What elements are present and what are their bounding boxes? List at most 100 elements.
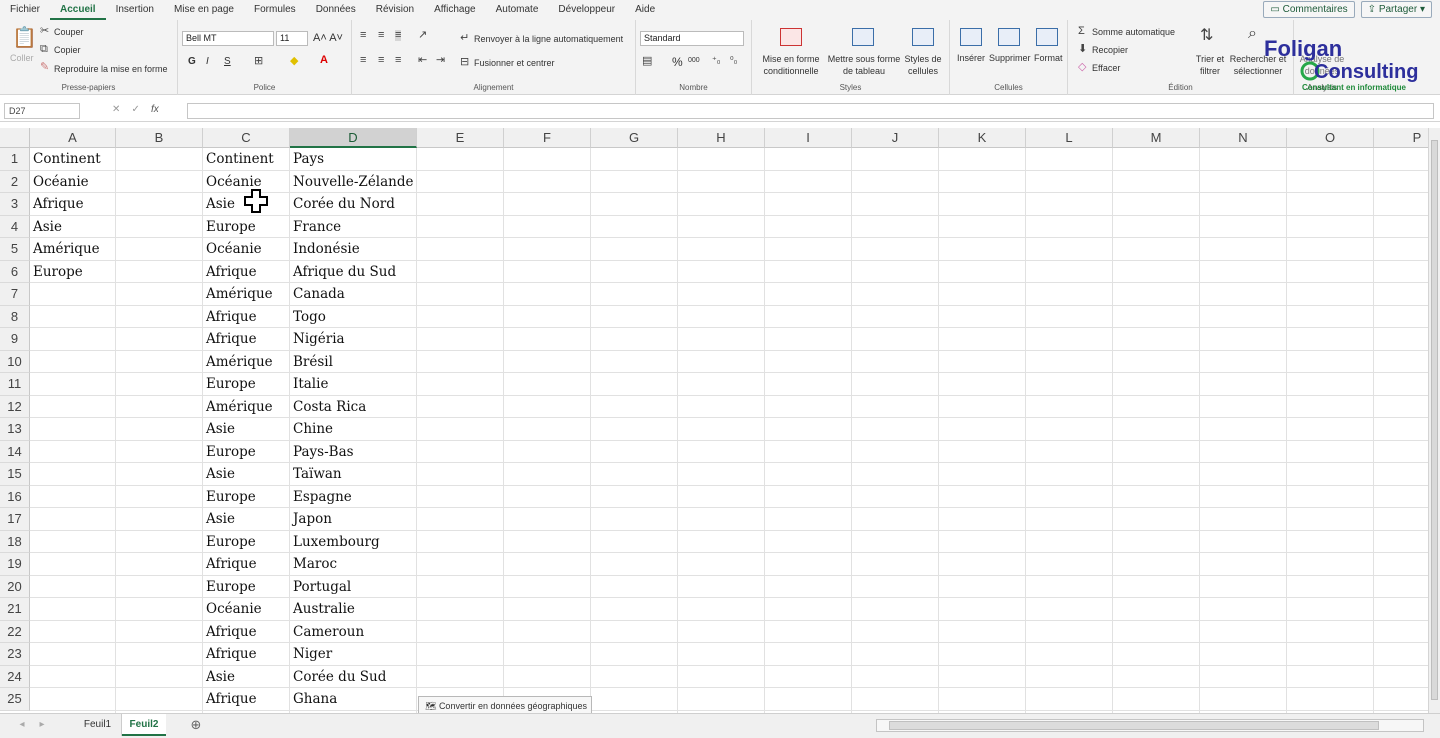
cell-c6[interactable]: Afrique xyxy=(203,261,290,283)
column-header-n[interactable]: N xyxy=(1200,128,1287,148)
tab-aide[interactable]: Aide xyxy=(625,0,665,20)
cell-d8[interactable]: Togo xyxy=(290,306,417,328)
row-header-20[interactable]: 20 xyxy=(0,575,30,598)
cell-a4[interactable]: Asie xyxy=(30,216,116,238)
conditional-format-button[interactable]: Mise en forme conditionnelle xyxy=(758,53,824,77)
row-header-7[interactable]: 7 xyxy=(0,283,30,306)
cell-d18[interactable]: Luxembourg xyxy=(290,531,417,553)
column-header-d[interactable]: D xyxy=(290,128,417,148)
comments-button[interactable]: ▭ Commentaires xyxy=(1263,1,1355,18)
cell-d21[interactable]: Australie xyxy=(290,598,417,620)
cell-d20[interactable]: Portugal xyxy=(290,576,417,598)
cell-styles-button[interactable]: Styles de cellules xyxy=(902,53,944,77)
share-button[interactable]: ⇪ Partager ▾ xyxy=(1360,1,1432,18)
align-middle-icon[interactable]: ≡ xyxy=(378,30,384,41)
cell-c10[interactable]: Amérique xyxy=(203,351,290,373)
cell-c17[interactable]: Asie xyxy=(203,508,290,530)
italic-button[interactable]: I xyxy=(206,56,209,67)
autosum-button[interactable]: Somme automatique xyxy=(1092,27,1175,37)
row-header-14[interactable]: 14 xyxy=(0,440,30,463)
row-header-1[interactable]: 1 xyxy=(0,148,30,171)
align-bottom-icon[interactable]: ≡ xyxy=(395,30,402,41)
cell-a2[interactable]: Océanie xyxy=(30,171,116,193)
tab-fichier[interactable]: Fichier xyxy=(0,0,50,20)
row-header-21[interactable]: 21 xyxy=(0,598,30,621)
cell-c22[interactable]: Afrique xyxy=(203,621,290,643)
orientation-icon[interactable]: ↗ xyxy=(418,30,427,41)
cell-d10[interactable]: Brésil xyxy=(290,351,417,373)
column-header-k[interactable]: K xyxy=(939,128,1026,148)
row-header-3[interactable]: 3 xyxy=(0,193,30,216)
tab-revision[interactable]: Révision xyxy=(366,0,424,20)
thousands-button[interactable]: 000 xyxy=(688,57,700,64)
cell-d3[interactable]: Corée du Nord xyxy=(290,193,417,215)
accounting-icon[interactable]: ▤ xyxy=(642,56,652,67)
select-all-corner[interactable] xyxy=(0,128,30,148)
cell-c8[interactable]: Afrique xyxy=(203,306,290,328)
insert-button[interactable]: Insérer xyxy=(957,53,985,63)
cell-d4[interactable]: France xyxy=(290,216,417,238)
row-header-11[interactable]: 11 xyxy=(0,373,30,396)
row-header-8[interactable]: 8 xyxy=(0,305,30,328)
cell-c4[interactable]: Europe xyxy=(203,216,290,238)
cell-d24[interactable]: Corée du Sud xyxy=(290,666,417,688)
vertical-scroll-thumb[interactable] xyxy=(1431,140,1438,700)
cell-a6[interactable]: Europe xyxy=(30,261,116,283)
fill-color-icon[interactable]: ◆ xyxy=(290,56,298,67)
cell-c18[interactable]: Europe xyxy=(203,531,290,553)
row-header-18[interactable]: 18 xyxy=(0,530,30,553)
row-header-24[interactable]: 24 xyxy=(0,665,30,688)
format-table-button[interactable]: Mettre sous forme de tableau xyxy=(826,53,902,77)
cell-d15[interactable]: Taïwan xyxy=(290,463,417,485)
wrap-text-button[interactable]: Renvoyer à la ligne automatiquement xyxy=(474,34,623,44)
cell-d25[interactable]: Ghana xyxy=(290,688,417,710)
cell-d13[interactable]: Chine xyxy=(290,418,417,440)
column-header-e[interactable]: E xyxy=(417,128,504,148)
cancel-icon[interactable]: ✕ xyxy=(112,104,120,115)
row-header-4[interactable]: 4 xyxy=(0,215,30,238)
column-header-g[interactable]: G xyxy=(591,128,678,148)
bold-button[interactable]: G xyxy=(188,56,196,67)
row-header-10[interactable]: 10 xyxy=(0,350,30,373)
cell-d14[interactable]: Pays-Bas xyxy=(290,441,417,463)
tab-automate[interactable]: Automate xyxy=(486,0,549,20)
cell-d22[interactable]: Cameroun xyxy=(290,621,417,643)
cell-d2[interactable]: Nouvelle-Zélande xyxy=(290,171,417,193)
align-right-icon[interactable]: ≡ xyxy=(395,55,401,66)
font-size-select[interactable]: 11 xyxy=(276,31,308,46)
horizontal-scrollbar[interactable] xyxy=(876,719,1424,732)
percent-button[interactable]: % xyxy=(672,55,683,69)
cell-c24[interactable]: Asie xyxy=(203,666,290,688)
function-icon[interactable]: fx xyxy=(151,104,159,115)
row-header-12[interactable]: 12 xyxy=(0,395,30,418)
font-color-icon[interactable]: A xyxy=(320,55,328,66)
tab-accueil[interactable]: Accueil xyxy=(50,0,106,20)
sheet-tab-feuil2[interactable]: Feuil2 xyxy=(122,714,166,736)
horizontal-scroll-thumb[interactable] xyxy=(889,721,1379,730)
enter-icon[interactable]: ✓ xyxy=(132,104,140,115)
row-header-16[interactable]: 16 xyxy=(0,485,30,508)
decrease-indent-icon[interactable]: ⇤ xyxy=(418,55,427,66)
row-header-25[interactable]: 25 xyxy=(0,688,30,711)
sheet-tab-feuil1[interactable]: Feuil1 xyxy=(74,714,122,736)
cell-d7[interactable]: Canada xyxy=(290,283,417,305)
column-header-f[interactable]: F xyxy=(504,128,591,148)
column-header-b[interactable]: B xyxy=(116,128,203,148)
add-sheet-icon[interactable]: ⊕ xyxy=(186,714,206,736)
row-header-22[interactable]: 22 xyxy=(0,620,30,643)
cell-c14[interactable]: Europe xyxy=(203,441,290,463)
align-top-icon[interactable]: ≡ xyxy=(360,30,366,41)
column-header-j[interactable]: J xyxy=(852,128,939,148)
cell-d12[interactable]: Costa Rica xyxy=(290,396,417,418)
align-center-icon[interactable]: ≡ xyxy=(378,55,384,66)
cell-c13[interactable]: Asie xyxy=(203,418,290,440)
row-header-13[interactable]: 13 xyxy=(0,418,30,441)
cell-c19[interactable]: Afrique xyxy=(203,553,290,575)
cell-c1[interactable]: Continent xyxy=(203,148,290,170)
cell-c23[interactable]: Afrique xyxy=(203,643,290,665)
row-header-23[interactable]: 23 xyxy=(0,643,30,666)
cell-a1[interactable]: Continent xyxy=(30,148,116,170)
cell-a3[interactable]: Afrique xyxy=(30,193,116,215)
cell-d6[interactable]: Afrique du Sud xyxy=(290,261,417,283)
increase-indent-icon[interactable]: ⇥ xyxy=(436,55,445,66)
